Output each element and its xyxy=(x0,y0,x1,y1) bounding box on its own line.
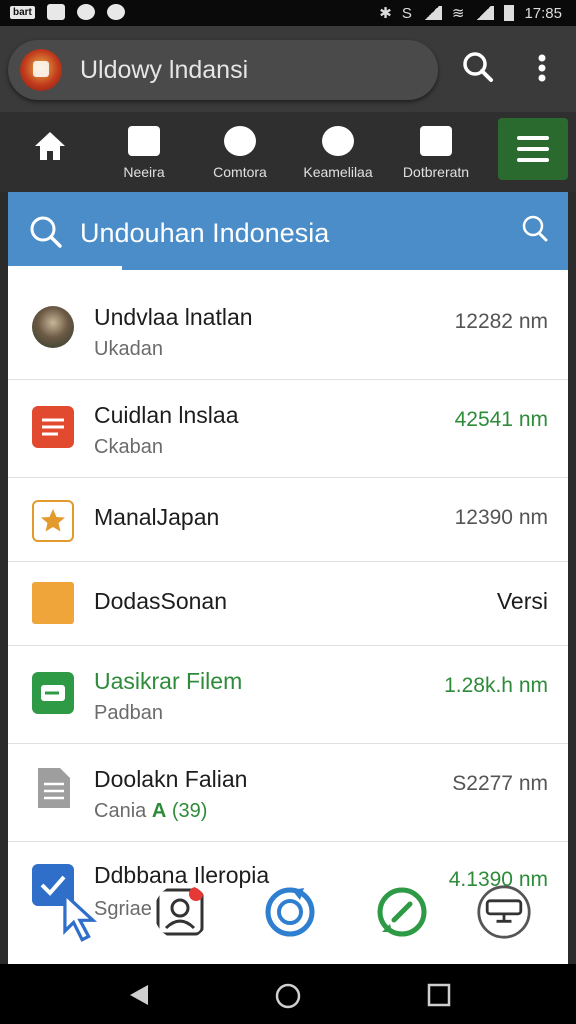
recents-icon[interactable] xyxy=(426,982,452,1008)
search-title: Undouhan Indonesia xyxy=(80,218,330,248)
image-notification-icon xyxy=(46,4,65,20)
star-icon xyxy=(32,500,74,542)
item-subtitle-text: Cania xyxy=(94,800,147,822)
app-title-bar[interactable]: Uldowy lndansi xyxy=(8,40,438,100)
app-bar: Uldowy lndansi xyxy=(0,26,576,112)
avatar xyxy=(32,306,74,348)
item-value: Versi xyxy=(496,588,548,614)
refresh-target-icon[interactable] xyxy=(262,884,318,940)
list-item[interactable]: DodasSonan Versi xyxy=(8,562,568,646)
home-nav-icon[interactable] xyxy=(274,982,302,1010)
item-value: 12390 nm xyxy=(454,506,548,529)
content-card: Undouhan Indonesia Undvlaa lnatlan Ukada… xyxy=(8,192,568,964)
status-bar: bart ✱ S ≋ 17:85 xyxy=(0,0,576,26)
item-value: 12282 nm xyxy=(454,310,548,333)
item-subtitle: Ukadan xyxy=(94,338,163,360)
item-title: Uasikrar Filem xyxy=(94,668,243,694)
notification-icon xyxy=(76,4,95,20)
chat-search-icon[interactable] xyxy=(520,214,550,244)
item-value: 42541 nm xyxy=(454,408,548,431)
item-title: Cuidlan lnslaa xyxy=(94,402,239,428)
satellite-icon xyxy=(322,126,354,156)
item-title: Doolakn Falian xyxy=(94,766,248,792)
bluetooth-icon: ✱ xyxy=(379,5,392,22)
app-logo-icon xyxy=(20,49,62,91)
list-item[interactable]: Undvlaa lnatlan Ukadan 12282 nm xyxy=(8,282,568,380)
search-icon[interactable] xyxy=(460,50,496,86)
list-item[interactable]: Cuidlan lnslaa Ckaban 42541 nm xyxy=(8,380,568,478)
sticker-icon xyxy=(32,582,74,624)
compass-icon xyxy=(224,126,256,156)
item-subtitle: Cania A (39) xyxy=(94,800,207,823)
signal-icon-2 xyxy=(474,6,495,20)
tab-label: Dotbreratn xyxy=(402,164,470,180)
tab-home[interactable] xyxy=(0,130,100,162)
tab-keamelilaa[interactable]: Keamelilaa xyxy=(288,126,388,180)
list-item[interactable]: ManalJapan 12390 nm xyxy=(8,478,568,562)
system-navigation-bar xyxy=(0,964,576,1024)
back-icon[interactable] xyxy=(126,982,152,1008)
carrier-label: bart xyxy=(10,5,35,19)
network-label: S xyxy=(401,4,412,22)
chat-edit-icon[interactable] xyxy=(374,884,430,940)
search-header[interactable]: Undouhan Indonesia xyxy=(8,192,568,270)
signal-icon xyxy=(421,6,442,20)
item-subtitle: Padban xyxy=(94,702,163,724)
tab-label: Neeira xyxy=(123,164,165,180)
tab-label: Keamelilaa xyxy=(303,164,373,180)
app-title: Uldowy lndansi xyxy=(80,56,249,84)
overflow-menu-icon[interactable] xyxy=(524,50,560,86)
document-icon xyxy=(32,406,74,448)
message-icon xyxy=(32,672,74,714)
list-item[interactable]: Doolakn Falian Cania A (39) S2277 nm xyxy=(8,744,568,842)
item-title: ManalJapan xyxy=(94,504,220,530)
item-value: S2277 nm xyxy=(452,772,548,795)
search-icon xyxy=(30,216,62,248)
item-value: 1.28k.h nm xyxy=(444,674,548,697)
camera-icon xyxy=(420,126,452,156)
list-item[interactable]: Uasikrar Filem Padban 1.28k.h nm xyxy=(8,646,568,744)
item-title: Undvlaa lnatlan xyxy=(94,304,253,330)
cursor-pointer-icon[interactable] xyxy=(52,888,108,944)
file-icon xyxy=(32,766,74,808)
grid-icon xyxy=(128,126,160,156)
photo-gallery-icon[interactable] xyxy=(154,884,210,940)
hamburger-menu-button[interactable] xyxy=(498,118,568,180)
tab-dotbreratn[interactable]: Dotbreratn xyxy=(386,126,486,180)
item-title: DodasSonan xyxy=(94,588,227,614)
tab-neeira[interactable]: Neeira xyxy=(94,126,194,180)
clock: 17:85 xyxy=(524,4,562,22)
battery-icon xyxy=(504,5,515,21)
keyboard-icon[interactable] xyxy=(476,884,532,940)
item-subtitle-count: (39) xyxy=(171,800,208,822)
item-subtitle: Ckaban xyxy=(94,436,163,458)
tab-indicator xyxy=(8,266,122,270)
chat-notification-icon xyxy=(106,4,125,20)
tab-bar: Neeira Comtora Keamelilaa Dotbreratn xyxy=(0,112,576,192)
wifi-icon: ≋ xyxy=(451,5,465,22)
home-icon xyxy=(35,132,65,160)
tab-comtora[interactable]: Comtora xyxy=(190,126,290,180)
tab-label: Comtora xyxy=(213,164,267,180)
item-subtitle-badge: A xyxy=(151,800,167,822)
